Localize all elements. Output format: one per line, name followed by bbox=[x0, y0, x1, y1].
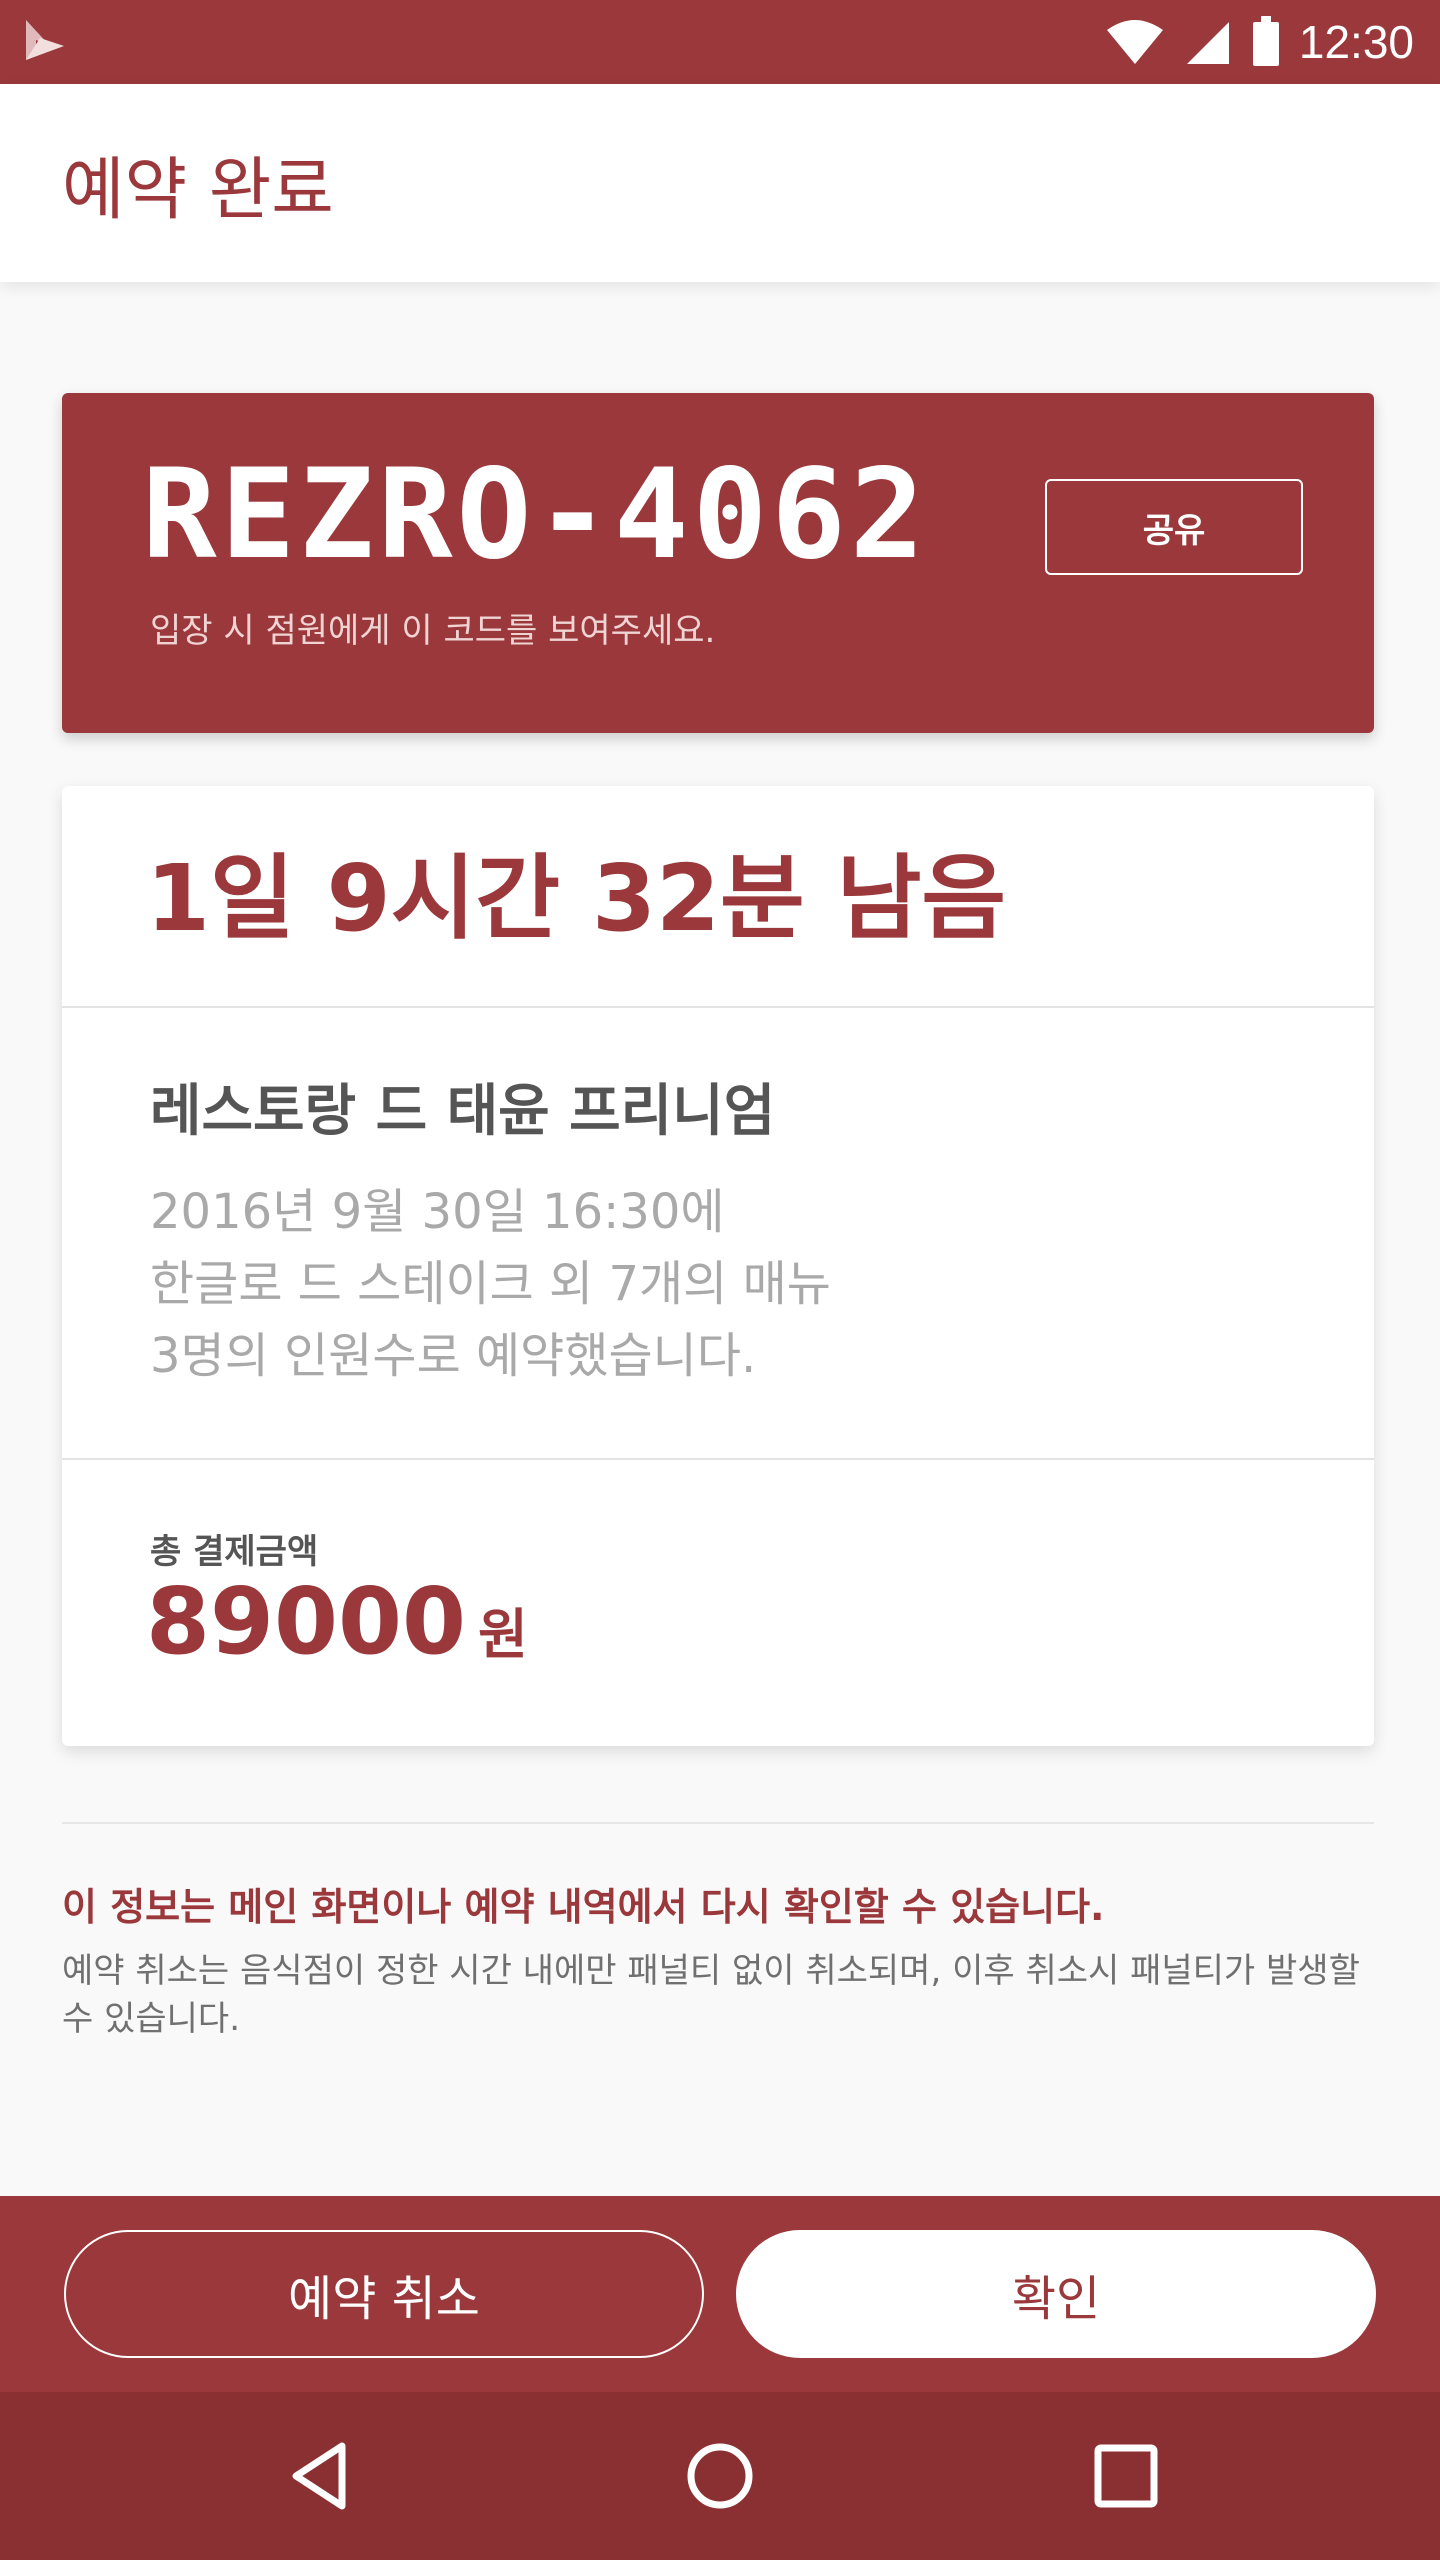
info-note: 이 정보는 메인 화면이나 예약 내역에서 다시 확인할 수 있습니다. bbox=[62, 1885, 1105, 1929]
reservation-info-card: 1일 9시간 32분 남음 레스토랑 드 태윤 프리니엄 2016년 9월 30… bbox=[62, 786, 1374, 1746]
back-icon[interactable] bbox=[278, 2434, 362, 2518]
divider bbox=[62, 1458, 1374, 1460]
home-icon[interactable] bbox=[678, 2434, 762, 2518]
reservation-code: REZRO-4062 bbox=[142, 443, 929, 587]
reservation-code-hint: 입장 시 점원에게 이 코드를 보여주세요. bbox=[150, 611, 716, 651]
app-logo-icon bbox=[26, 20, 64, 60]
status-bar: 12:30 bbox=[0, 0, 1440, 84]
total-price-value: 89000 bbox=[146, 1568, 467, 1675]
reservation-detail-line: 한글로 드 스테이크 외 7개의 매뉴 bbox=[150, 1256, 831, 1312]
total-price: 89000 원 bbox=[146, 1576, 528, 1668]
confirm-button[interactable]: 확인 bbox=[736, 2230, 1376, 2358]
divider bbox=[62, 1006, 1374, 1008]
cancellation-policy-note: 예약 취소는 음식점이 정한 시간 내에만 패널티 없이 취소되며, 이후 취소… bbox=[62, 1951, 1360, 2039]
page-title: 예약 완료 bbox=[62, 151, 334, 230]
share-button[interactable]: 공유 bbox=[1045, 479, 1303, 575]
status-icons: 12:30 bbox=[1105, 0, 1414, 84]
reservation-complete-screen: 12:30 예약 완료 REZRO-4062 입장 시 점원에게 이 코드를 보… bbox=[0, 0, 1440, 2560]
clock: 12:30 bbox=[1298, 16, 1414, 68]
cancel-reservation-button[interactable]: 예약 취소 bbox=[64, 2230, 704, 2358]
divider bbox=[62, 1822, 1374, 1824]
recents-icon[interactable] bbox=[1084, 2434, 1168, 2518]
restaurant-name: 레스토랑 드 태윤 프리니엄 bbox=[150, 1079, 776, 1144]
reservation-detail-line: 2016년 9월 30일 16:30에 bbox=[150, 1184, 725, 1240]
system-nav-bar bbox=[0, 2392, 1440, 2560]
wifi-icon bbox=[1106, 20, 1163, 64]
reservation-code-card: REZRO-4062 입장 시 점원에게 이 코드를 보여주세요. 공유 bbox=[62, 393, 1374, 733]
action-bar: 예약 취소 확인 bbox=[0, 2196, 1440, 2392]
time-remaining: 1일 9시간 32분 남음 bbox=[146, 845, 1006, 952]
total-price-label: 총 결제금액 bbox=[150, 1532, 319, 1572]
reservation-detail-line: 3명의 인원수로 예약했습니다. bbox=[150, 1328, 757, 1384]
battery-icon bbox=[1252, 16, 1279, 66]
signal-icon bbox=[1186, 22, 1229, 64]
total-price-unit: 원 bbox=[478, 1603, 528, 1666]
app-bar: 예약 완료 bbox=[0, 84, 1440, 282]
